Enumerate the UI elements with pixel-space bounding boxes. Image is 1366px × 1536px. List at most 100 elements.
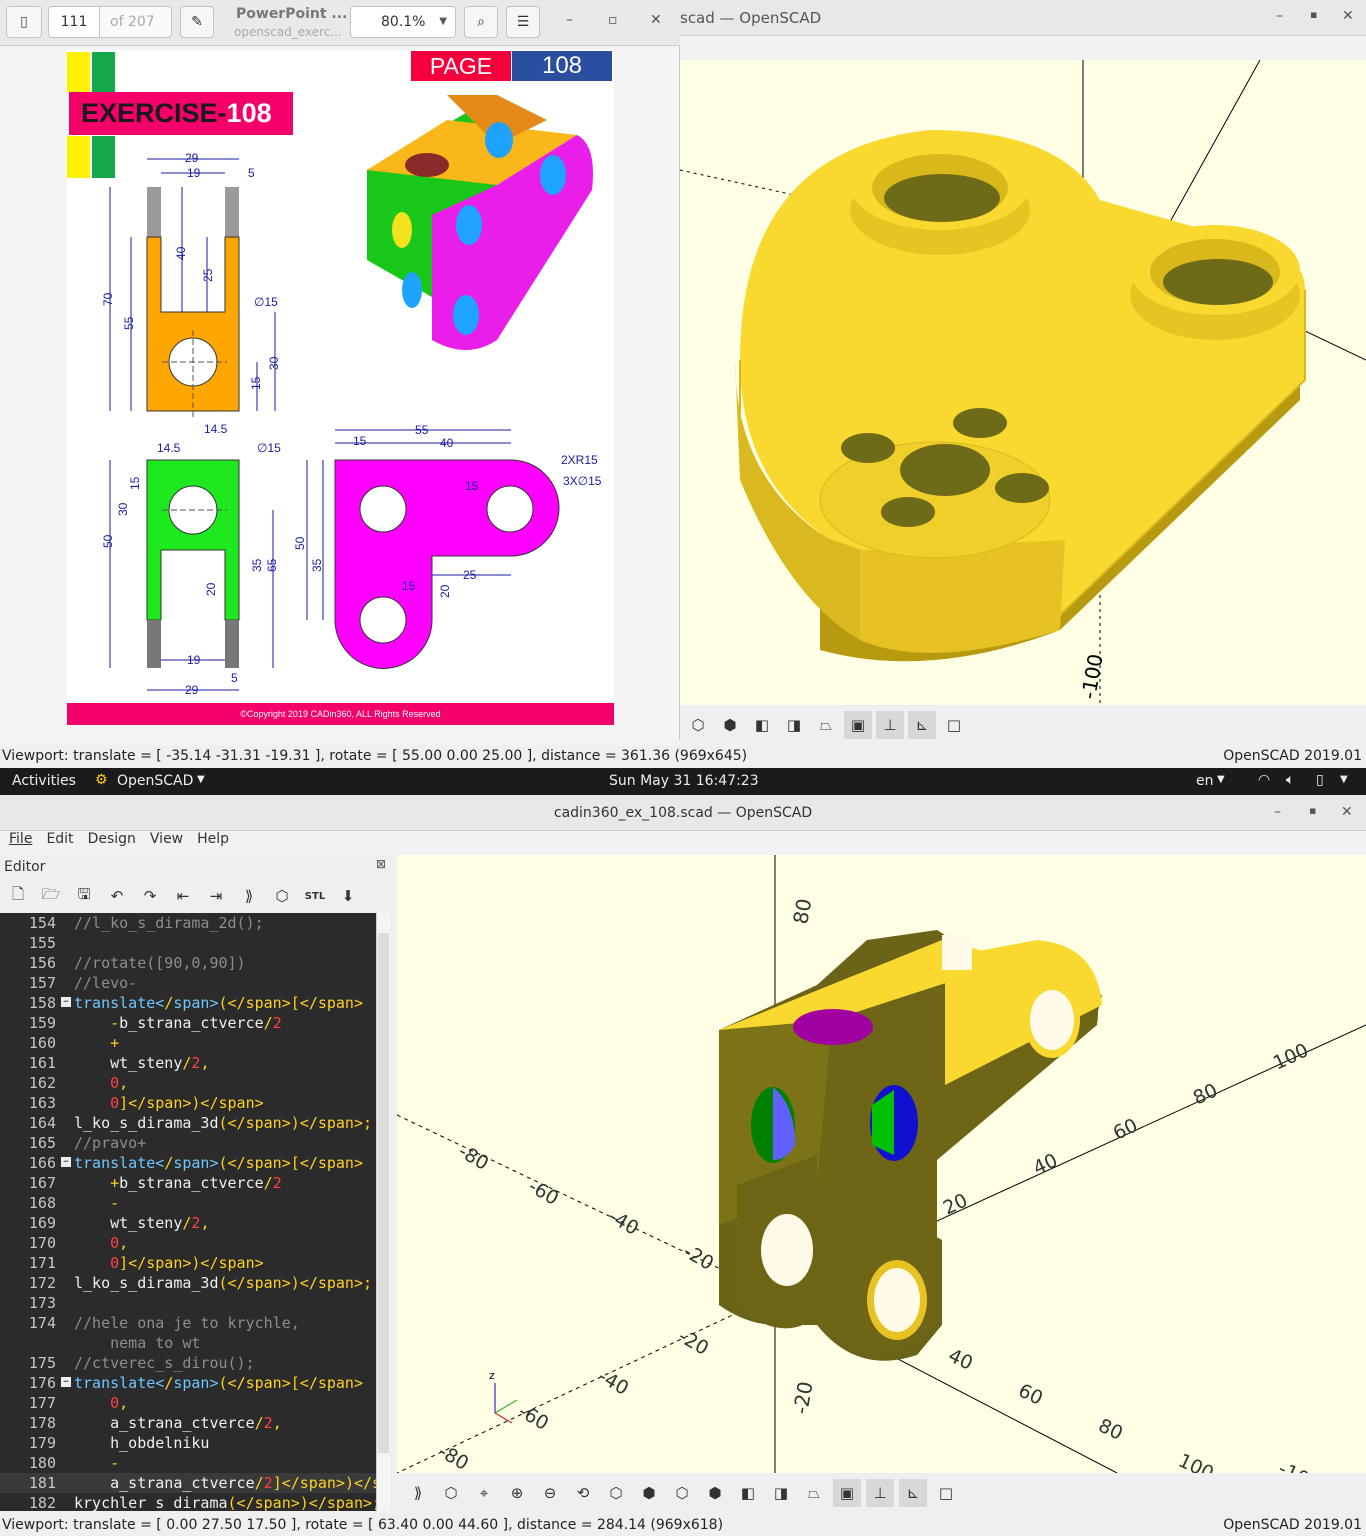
code-line[interactable]: 159 -b_strana_ctverce/2 (0, 1013, 376, 1033)
code-line[interactable]: 155 (0, 933, 376, 953)
menu-file[interactable]: File (9, 831, 32, 855)
export-stl-icon[interactable]: STL (301, 882, 329, 910)
wifi-icon[interactable]: ◠ (1258, 772, 1270, 788)
pdf-maximize-icon[interactable]: ▫ (608, 12, 618, 28)
code-line[interactable]: 156 //rotate([90,0,90]) (0, 953, 376, 973)
clock[interactable]: Sun May 31 16:47:23 (609, 773, 759, 789)
sidebar-toggle-button[interactable]: ▯ (6, 6, 42, 38)
menu-design[interactable]: Design (88, 831, 136, 855)
app-menu[interactable]: OpenSCAD (117, 773, 193, 789)
maximize-icon[interactable]: ▪ (1310, 8, 1317, 21)
code-line[interactable]: 179 h_obdelniku (0, 1433, 376, 1453)
vp-view-back-icon[interactable]: ⬢ (635, 1479, 663, 1507)
zoom-in-icon[interactable]: ⊕ (503, 1479, 531, 1507)
view-all-icon[interactable]: ⌖ (470, 1479, 498, 1507)
fold-toggle-icon[interactable]: − (61, 997, 71, 1007)
preview-icon[interactable]: ⟫ (235, 882, 263, 910)
code-line[interactable]: 170 0, (0, 1233, 376, 1253)
code-line[interactable]: 173 (0, 1293, 376, 1313)
perspective-icon[interactable]: ⏢ (812, 711, 840, 739)
vp-preview-icon[interactable]: ⟫ (404, 1479, 432, 1507)
vp-show-axes-icon[interactable]: ⊥ (866, 1479, 894, 1507)
annotate-button[interactable]: ✎ (180, 6, 214, 38)
menu-button[interactable]: ☰ (506, 6, 540, 38)
code-line[interactable]: 175 //ctverec_s_dirou(); (0, 1353, 376, 1373)
bottom-close-icon[interactable]: ✕ (1341, 804, 1353, 820)
activities-button[interactable]: Activities (12, 773, 76, 789)
show-axes-icon[interactable]: ⊥ (876, 711, 904, 739)
code-line[interactable]: 171 0]</span>)</span> (0, 1253, 376, 1273)
send-to-print-icon[interactable]: ⬇ (334, 882, 362, 910)
view-right-icon[interactable]: ◨ (780, 711, 808, 739)
code-line[interactable]: 180 - (0, 1453, 376, 1473)
code-line[interactable]: 164 l_ko_s_dirama_3d(</span>)</span>; (0, 1113, 376, 1133)
zoom-select[interactable]: 80.1% ▼ (350, 6, 456, 38)
bottom-3d-viewport[interactable]: 80 60 -20 -80 -60 -40 -20 -20 -40 -60 -8… (397, 855, 1366, 1473)
minimize-icon[interactable]: – (1276, 8, 1283, 24)
vp-show-scale-icon[interactable]: ⊾ (899, 1479, 927, 1507)
code-line[interactable]: 169 wt_steny/2, (0, 1213, 376, 1233)
battery-icon[interactable]: ▯ (1316, 772, 1324, 788)
undo-icon[interactable]: ↶ (103, 882, 131, 910)
volume-icon[interactable]: 🔈︎ (1286, 772, 1294, 788)
view-left-icon[interactable]: ◧ (748, 711, 776, 739)
unindent-icon[interactable]: ⇤ (169, 882, 197, 910)
code-line[interactable]: 182 krychler_s_dirama(</span>)</span>; (0, 1493, 376, 1511)
code-line[interactable]: 172 l_ko_s_dirama_3d(</span>)</span>; (0, 1273, 376, 1293)
scrollbar-thumb[interactable] (378, 933, 389, 1453)
code-line[interactable]: 161 wt_steny/2, (0, 1053, 376, 1073)
vp-orthogonal-icon[interactable]: ▣ (833, 1479, 861, 1507)
code-line[interactable]: nema to wt (0, 1333, 376, 1353)
reset-view-icon[interactable]: ⟲ (569, 1479, 597, 1507)
open-file-icon[interactable]: 🗁︎ (37, 882, 65, 910)
code-line[interactable]: 181 a_strana_ctverce/2]</span>)</span> (0, 1473, 376, 1493)
code-line[interactable]: 167 +b_strana_ctverce/2 (0, 1173, 376, 1193)
save-icon[interactable]: 🖫︎ (70, 882, 98, 910)
code-line[interactable]: 154 //l_ko_s_dirama_2d(); (0, 913, 376, 933)
vp-perspective-icon[interactable]: ⏢ (800, 1479, 828, 1507)
editor-close-icon[interactable]: ⊠ (376, 857, 386, 871)
vp-view-bottom-icon[interactable]: ⬢ (701, 1479, 729, 1507)
pdf-close-icon[interactable]: ✕ (650, 12, 662, 28)
show-scale-icon[interactable]: ⊾ (908, 711, 936, 739)
code-line[interactable]: 163 0]</span>)</span> (0, 1093, 376, 1113)
language-indicator[interactable]: en (1196, 773, 1214, 789)
code-editor[interactable]: 154 //l_ko_s_dirama_2d(); 155 156 //rotate([… (0, 913, 376, 1511)
view-top-icon[interactable]: ⬡ (684, 711, 712, 739)
code-line[interactable]: 165 //pravo+ (0, 1133, 376, 1153)
vp-view-top-icon[interactable]: ⬡ (668, 1479, 696, 1507)
pdf-minimize-icon[interactable]: – (566, 12, 573, 28)
fold-toggle-icon[interactable]: − (61, 1157, 71, 1167)
redo-icon[interactable]: ↷ (136, 882, 164, 910)
code-line[interactable]: 176− translate</span>(</span>[</span> (0, 1373, 376, 1393)
code-line[interactable]: 162 0, (0, 1073, 376, 1093)
vp-render-icon[interactable]: ⬡ (437, 1479, 465, 1507)
zoom-out-icon[interactable]: ⊖ (536, 1479, 564, 1507)
bottom-minimize-icon[interactable]: – (1274, 804, 1281, 820)
code-line[interactable]: 157 //levo- (0, 973, 376, 993)
fold-toggle-icon[interactable]: − (61, 1377, 71, 1387)
code-line[interactable]: 178 a_strana_ctverce/2, (0, 1413, 376, 1433)
new-file-icon[interactable]: 🗋︎ (4, 882, 32, 910)
search-button[interactable]: ⌕ (464, 6, 498, 38)
code-line[interactable]: 158− translate</span>(</span>[</span> (0, 993, 376, 1013)
close-icon[interactable]: ✕ (1342, 8, 1354, 24)
view-bottom-icon[interactable]: ⬢ (716, 711, 744, 739)
editor-scrollbar[interactable] (376, 913, 390, 1511)
menu-edit[interactable]: Edit (46, 831, 73, 855)
system-menu-chevron-icon[interactable]: ▼ (1340, 774, 1348, 785)
code-line[interactable]: 168 - (0, 1193, 376, 1213)
vp-view-left-icon[interactable]: ◧ (734, 1479, 762, 1507)
code-line[interactable]: 177 0, (0, 1393, 376, 1413)
vp-view-right-icon[interactable]: ◨ (767, 1479, 795, 1507)
show-edges-icon[interactable]: □ (940, 711, 968, 739)
render-icon[interactable]: ⬡ (268, 882, 296, 910)
code-line[interactable]: 166− translate</span>(</span>[</span> (0, 1153, 376, 1173)
code-line[interactable]: 160 + (0, 1033, 376, 1053)
vp-view-front-icon[interactable]: ⬡ (602, 1479, 630, 1507)
bottom-maximize-icon[interactable]: ▪ (1309, 804, 1316, 817)
indent-icon[interactable]: ⇥ (202, 882, 230, 910)
top-3d-viewport[interactable]: -100 (680, 60, 1366, 705)
orthogonal-icon[interactable]: ▣ (844, 711, 872, 739)
vp-show-edges-icon[interactable]: □ (932, 1479, 960, 1507)
